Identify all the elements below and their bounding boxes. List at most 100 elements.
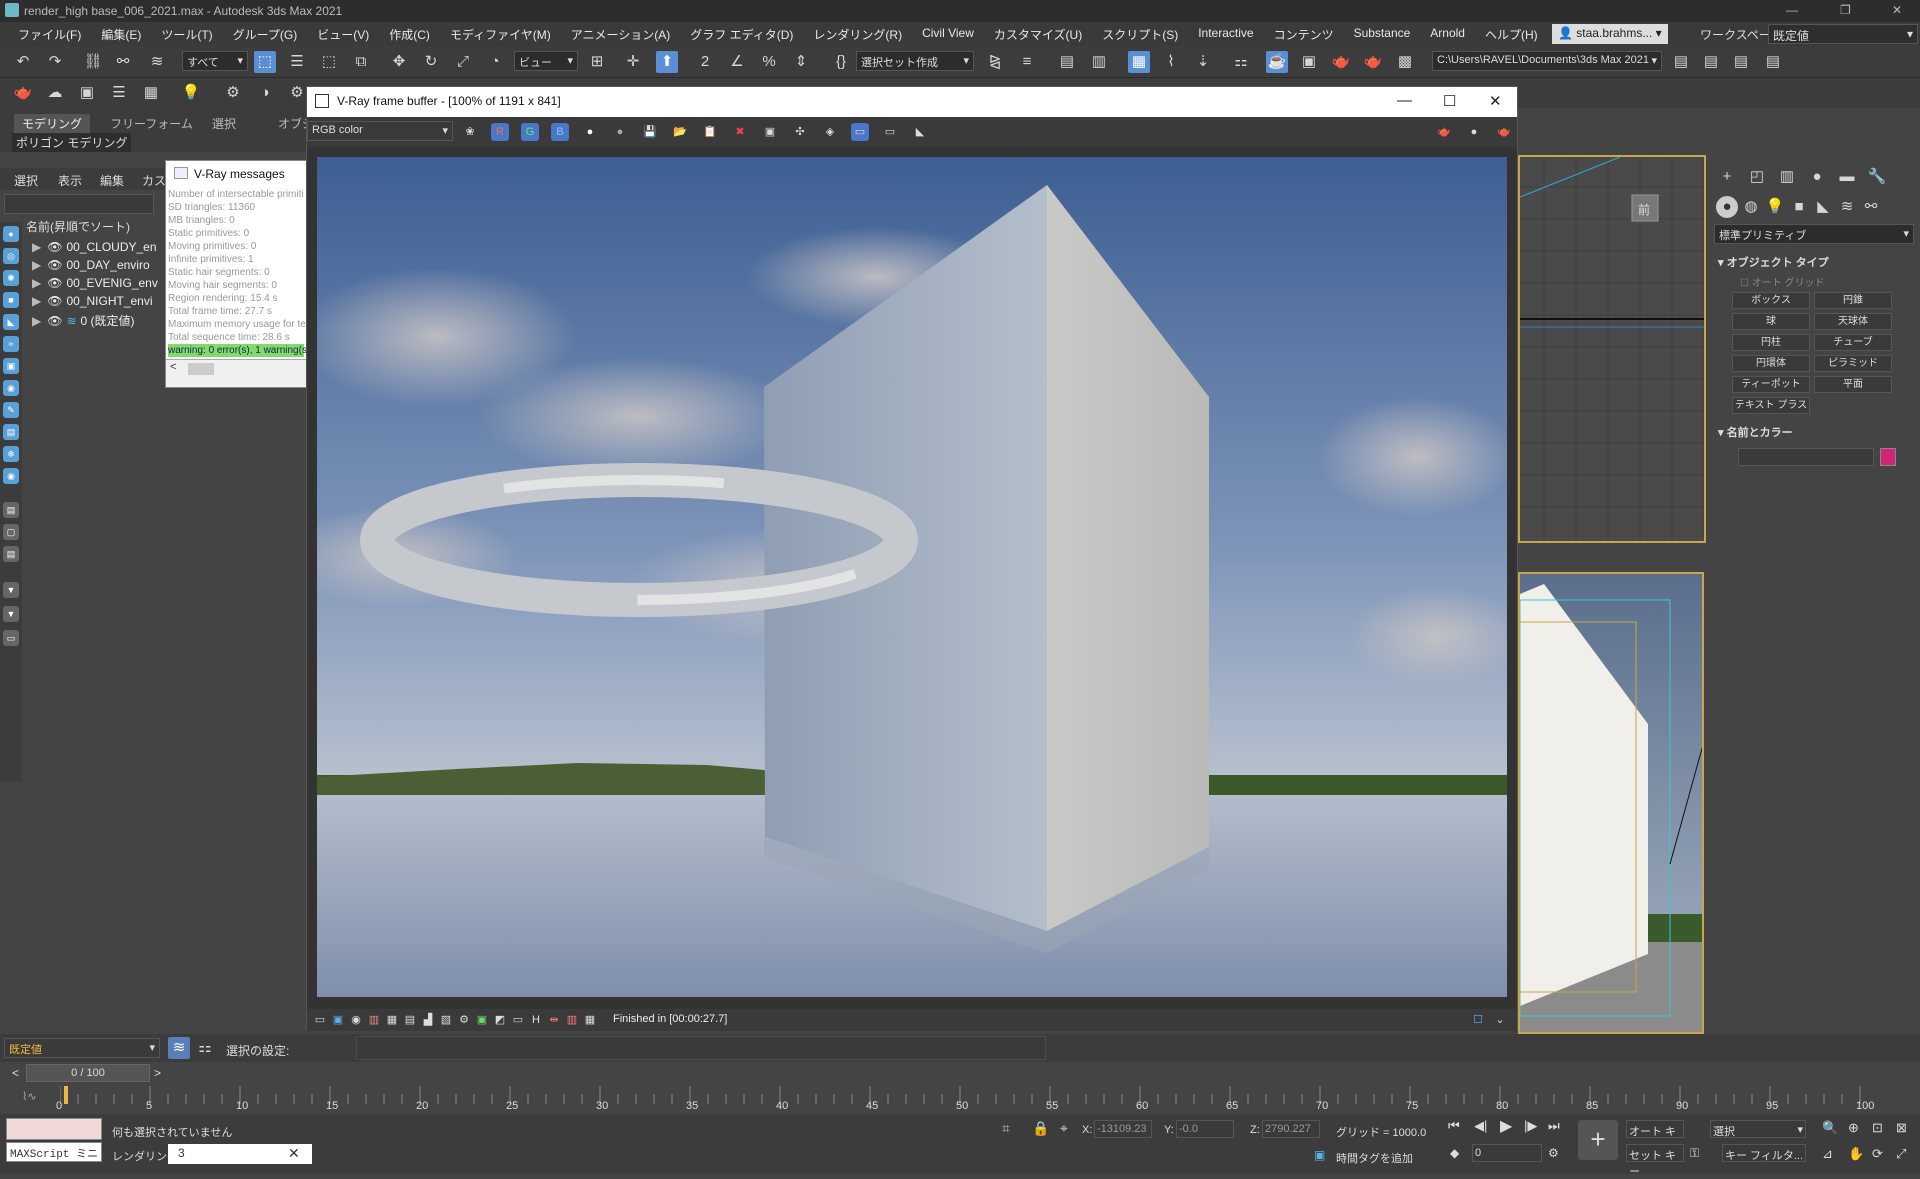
shapes-icon[interactable]: ◍ — [1740, 196, 1762, 218]
tool-icon[interactable]: ⚏ — [194, 1037, 216, 1059]
restore-icon[interactable]: ❐ — [1840, 3, 1851, 17]
undo-icon[interactable]: ↶ — [12, 51, 34, 73]
field-of-view-icon[interactable]: ⊿ — [1822, 1146, 1833, 1162]
scene-menu-customize[interactable]: カス — [142, 172, 166, 189]
display-bones-icon[interactable]: ✎ — [3, 402, 19, 418]
eye-icon[interactable]: 👁 — [47, 314, 62, 328]
color-channels-icon[interactable]: ❀ — [461, 123, 479, 141]
horizontal-scrollbar[interactable]: < — [166, 359, 306, 377]
bind-spacewarp-icon[interactable]: ≋ — [146, 51, 168, 73]
cloud-icon[interactable]: ☁ — [44, 82, 66, 104]
h-icon[interactable]: H — [527, 1011, 545, 1029]
render-icon[interactable]: 🫖 — [1435, 123, 1453, 141]
rendered-frame-window-icon[interactable]: ▣ — [1298, 51, 1320, 73]
vray-light-icon[interactable]: ◑ — [254, 82, 276, 104]
scene-search-input[interactable] — [4, 194, 154, 214]
user-account[interactable]: 👤 staa.brahms... ▾ — [1552, 24, 1668, 44]
x-coordinate-input[interactable]: -13109.23 — [1094, 1120, 1152, 1138]
fit-icon[interactable]: ⇹ — [545, 1011, 563, 1029]
spinner-snap-icon[interactable]: ⇕ — [790, 51, 812, 73]
move-icon[interactable]: ✥ — [388, 51, 410, 73]
expand-icon[interactable]: ▶ — [32, 258, 41, 272]
menu-item[interactable]: ファイル(F) — [8, 26, 91, 43]
expand-icon[interactable]: ▶ — [32, 294, 41, 308]
filter-select-icon[interactable]: ▼ — [3, 606, 19, 622]
create-tab-icon[interactable]: + — [1716, 166, 1738, 188]
snaps-toggle-icon[interactable]: 2 — [694, 51, 716, 73]
rollout-object-type[interactable]: ▾ オブジェクト タイプ — [1718, 254, 1829, 270]
zoom-icon[interactable]: 🔍 — [1822, 1120, 1838, 1136]
stamp-icon[interactable]: ▣ — [473, 1011, 491, 1029]
stop-render-icon[interactable]: ✖ — [731, 123, 749, 141]
whitebalance-icon[interactable]: ▧ — [437, 1011, 455, 1029]
layer-row[interactable]: ▶ 👁 ≋ 0 (既定値) — [32, 312, 135, 329]
rollout-name-color[interactable]: ▾ 名前とカラー — [1718, 424, 1793, 440]
light-lister-icon[interactable]: 💡 — [180, 82, 202, 104]
link-icon[interactable]: ⛓ — [82, 51, 104, 73]
current-frame-input[interactable]: 0 — [1472, 1144, 1542, 1162]
set-key-button[interactable]: セット キー — [1626, 1144, 1684, 1178]
bars-icon[interactable]: ▥ — [563, 1011, 581, 1029]
prev-frame-icon[interactable]: ◀| — [1474, 1118, 1487, 1134]
menu-item[interactable]: グループ(G) — [223, 26, 308, 43]
menu-item[interactable]: ビュー(V) — [307, 26, 379, 43]
menu-item[interactable]: Interactive — [1188, 26, 1263, 43]
display-lights-icon[interactable]: ✺ — [3, 270, 19, 286]
eye-icon[interactable]: 👁 — [47, 258, 62, 272]
pivot-icon[interactable]: ⊞ — [586, 51, 608, 73]
render-image[interactable] — [317, 157, 1507, 997]
time-tag-icon[interactable]: ▣ — [1314, 1148, 1325, 1162]
close-icon[interactable]: ✕ — [1892, 3, 1902, 17]
curve-icon[interactable]: ▦ — [383, 1011, 401, 1029]
systems-icon[interactable]: ⚯ — [1860, 196, 1882, 218]
levels-icon[interactable]: ▥ — [365, 1011, 383, 1029]
motion-tab-icon[interactable]: ● — [1806, 166, 1828, 188]
key-set-dropdown[interactable]: 選択 ▾ — [1710, 1120, 1806, 1138]
primitive-button[interactable]: ピラミッド — [1814, 355, 1892, 372]
key-icon[interactable]: ⚿ — [1690, 1146, 1699, 1161]
unlink-icon[interactable]: ⚯ — [112, 51, 134, 73]
ribbon-toggle-icon[interactable]: ▦ — [1128, 51, 1150, 73]
project-new-icon[interactable]: ▤ — [1700, 51, 1722, 73]
layer-row[interactable]: ▶ 👁 00_EVENIG_env — [32, 276, 158, 290]
taskbar-icon[interactable]: 3 — [178, 1146, 185, 1160]
goto-end-icon[interactable]: ⏭ — [1548, 1118, 1560, 1134]
channel-dropdown[interactable]: RGB color ▾ — [307, 121, 453, 141]
display-helpers-icon[interactable]: ◣ — [3, 314, 19, 330]
srgb-icon[interactable]: ▭ — [881, 123, 899, 141]
orbit-icon[interactable]: ⟳ — [1872, 1146, 1883, 1162]
display-geometry-icon[interactable]: ● — [3, 226, 19, 242]
display-frozen-icon[interactable]: ❄ — [3, 446, 19, 462]
window-crossing-icon[interactable]: ⧉ — [350, 51, 372, 73]
zoom-all-icon[interactable]: ⊕ — [1848, 1120, 1859, 1136]
menu-item[interactable]: 編集(E) — [91, 26, 151, 43]
rect-selection-icon[interactable]: ⬚ — [318, 51, 340, 73]
select-by-name-icon[interactable]: ☰ — [286, 51, 308, 73]
scene-explorer-icon[interactable]: ▤ — [1056, 51, 1078, 73]
restore-window-icon[interactable]: ☐ — [1469, 1011, 1487, 1029]
display-none-icon[interactable]: ▢ — [3, 524, 19, 540]
render-frame-icon[interactable]: ▣ — [76, 82, 98, 104]
grid-icon[interactable]: ▦ — [581, 1011, 599, 1029]
list-icon[interactable]: ☰ — [108, 82, 130, 104]
cameras-icon[interactable]: ■ — [1788, 196, 1810, 218]
time-marker[interactable] — [64, 1086, 68, 1104]
expand-icon[interactable]: ▶ — [32, 276, 41, 290]
track-mouse-icon[interactable]: ✣ — [791, 123, 809, 141]
expand-panel-icon[interactable]: ⌄ — [1491, 1011, 1509, 1029]
tab-selection[interactable]: 選択 — [212, 115, 236, 132]
display-invert-icon[interactable]: ▤ — [3, 546, 19, 562]
play-icon[interactable]: ▶ — [1500, 1116, 1512, 1136]
layer-row[interactable]: ▶ 👁 00_CLOUDY_en — [32, 240, 157, 254]
named-selection-dropdown[interactable]: 選択セット作成 ▾ — [856, 51, 974, 71]
compare-icon[interactable]: ◩ — [491, 1011, 509, 1029]
autogrid-checkbox[interactable]: ☐ オート グリッド — [1740, 274, 1825, 289]
render-iterative-icon[interactable]: 🫖 — [1362, 51, 1384, 73]
eye-icon[interactable]: 👁 — [47, 240, 62, 254]
pan-icon[interactable]: ✋ — [1848, 1146, 1864, 1162]
display-cameras-icon[interactable]: ■ — [3, 292, 19, 308]
lens-effects-icon[interactable]: 🫖 — [1495, 123, 1513, 141]
menu-item[interactable]: ツール(T) — [151, 26, 222, 43]
viewcube-label[interactable]: 前 — [1638, 201, 1650, 218]
layer-stack-icon[interactable]: ≋ — [168, 1037, 190, 1059]
